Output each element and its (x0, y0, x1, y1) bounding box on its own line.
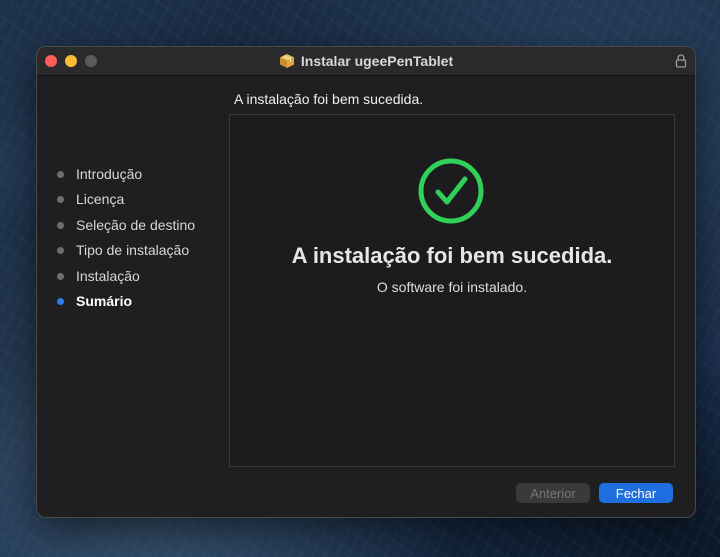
step-label: Licença (76, 191, 125, 207)
close-button[interactable]: Fechar (599, 483, 673, 503)
step-dot-active (57, 297, 64, 305)
lock-icon (675, 54, 687, 68)
step-label: Seleção de destino (76, 217, 196, 233)
step-label: Sumário (76, 293, 133, 309)
step-dot (57, 272, 64, 280)
title-bar: Instalar ugeePenTablet (37, 47, 695, 76)
step-dot (57, 195, 64, 203)
checkmark-circle-icon (418, 158, 484, 224)
step-instalacao: Instalação (57, 265, 140, 287)
step-label: Introdução (76, 166, 143, 182)
step-sumario: Sumário (57, 290, 132, 312)
installer-window: Instalar ugeePenTablet Introdução Licenç… (36, 46, 696, 518)
step-tipo-instalacao: Tipo de instalação (57, 239, 189, 261)
step-label: Tipo de instalação (76, 242, 190, 258)
steps-sidebar: Introdução Licença Seleção de destino Ti… (37, 75, 227, 516)
window-title: Instalar ugeePenTablet (300, 53, 454, 69)
package-icon (279, 54, 294, 68)
page-heading: A instalação foi bem sucedida. (234, 91, 424, 107)
success-title: A instalação foi bem sucedida. (291, 243, 613, 268)
step-licenca: Licença (57, 188, 124, 210)
step-dot (57, 170, 64, 178)
step-selecao-destino: Seleção de destino (57, 214, 195, 236)
step-dot (57, 246, 64, 254)
summary-panel: A instalação foi bem sucedida. O softwar… (229, 114, 675, 467)
back-button: Anterior (516, 483, 590, 503)
success-message: O software foi instalado. (376, 279, 528, 295)
step-dot (57, 221, 64, 229)
step-label: Instalação (76, 268, 140, 284)
window-title-group: Instalar ugeePenTablet (37, 47, 695, 75)
step-introducao: Introdução (57, 163, 142, 185)
